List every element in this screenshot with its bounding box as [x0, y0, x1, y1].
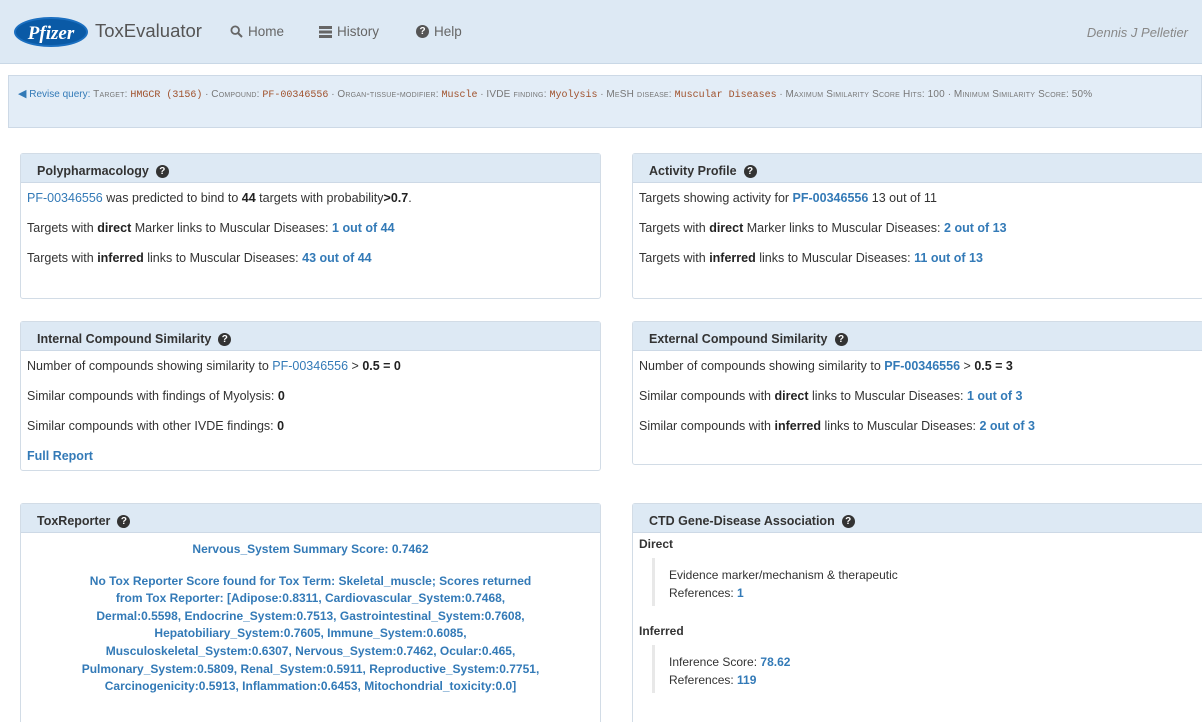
compound-link[interactable]: PF-00346556 — [27, 191, 103, 205]
ctd-direct-evidence: Evidence marker/mechanism & therapeutic — [669, 568, 898, 582]
direct-compounds-link[interactable]: 1 out of 3 — [967, 389, 1023, 403]
search-icon — [230, 25, 243, 38]
nav-history-label: History — [337, 24, 380, 39]
panel-title: External Compound Similarity — [649, 332, 828, 346]
panel-heading: Internal Compound Similarity ? — [21, 322, 600, 351]
panel-heading: External Compound Similarity ? — [633, 322, 1202, 351]
list-icon — [319, 25, 332, 38]
nav-help-label: Help — [434, 24, 462, 39]
panel-title: Polypharmacology — [37, 164, 149, 178]
toxreporter-line: Hepatobiliary_System:0.7605, Immune_Syst… — [154, 626, 467, 641]
ctd-direct-heading: Direct — [639, 537, 674, 551]
query-mesh: Muscular Diseases — [674, 90, 777, 101]
arrow-left-icon: ◀ — [18, 88, 27, 100]
toxreporter-line: from Tox Reporter: [Adipose:0.8311, Card… — [115, 591, 506, 606]
full-report-link[interactable]: Full Report — [27, 449, 93, 463]
inferred-compounds-link[interactable]: 2 out of 3 — [979, 419, 1035, 433]
activity-direct-line: Targets with direct Marker links to Musc… — [639, 221, 1007, 235]
toxreporter-panel: ToxReporter ? Nervous_System Summary Sco… — [20, 503, 601, 722]
internal-count-line: Number of compounds showing similarity t… — [27, 359, 401, 373]
query-ivde: Myolysis — [549, 90, 598, 101]
compound-link[interactable]: PF-00346556 — [793, 191, 869, 205]
toxreporter-details: No Tox Reporter Score found for Tox Term… — [27, 573, 594, 696]
activity-inferred-line: Targets with inferred links to Muscular … — [639, 251, 983, 265]
query-organ: Muscle — [441, 90, 478, 101]
query-min-score: 50% — [1071, 89, 1093, 100]
help-icon[interactable]: ? — [218, 332, 232, 346]
panel-heading: CTD Gene-Disease Association ? — [633, 504, 1202, 533]
nav-history[interactable]: History — [319, 24, 379, 39]
inferred-targets-link[interactable]: 11 out of 13 — [914, 251, 983, 265]
help-icon[interactable]: ? — [155, 164, 169, 178]
inferred-targets-link[interactable]: 43 out of 44 — [302, 251, 371, 265]
revise-query-link[interactable]: ◀ Revise query: — [18, 88, 93, 100]
top-navbar: Pfizer ToxEvaluator Home History ? Help … — [0, 0, 1202, 64]
poly-direct-line: Targets with direct Marker links to Musc… — [27, 221, 395, 235]
internal-other-line: Similar compounds with other IVDE findin… — [27, 419, 285, 433]
panel-title: Internal Compound Similarity — [37, 332, 212, 346]
compound-link[interactable]: PF-00346556 — [272, 359, 348, 373]
help-icon[interactable]: ? — [834, 332, 848, 346]
direct-targets-link[interactable]: 2 out of 13 — [944, 221, 1007, 235]
poly-prediction-line: PF-00346556 was predicted to bind to 44 … — [27, 191, 412, 205]
external-similarity-panel: External Compound Similarity ? Number of… — [632, 321, 1202, 465]
panel-title: CTD Gene-Disease Association — [649, 514, 835, 528]
toxreporter-line: Carcinogenicity:0.5913, Inflammation:0.6… — [104, 679, 517, 694]
ctd-inference-score[interactable]: 78.62 — [760, 655, 790, 669]
nav-home[interactable]: Home — [230, 24, 284, 39]
toxreporter-line: Pulmonary_System:0.5809, Renal_System:0.… — [81, 661, 540, 676]
panel-heading: Polypharmacology ? — [21, 154, 600, 183]
toxreporter-summary-score: Nervous_System Summary Score: 0.7462 — [192, 542, 429, 556]
ctd-direct-references-link[interactable]: 1 — [737, 586, 744, 600]
help-icon[interactable]: ? — [841, 514, 855, 528]
external-inferred-line: Similar compounds with inferred links to… — [639, 419, 1036, 433]
toxreporter-line: Musculoskeletal_System:0.6307, Nervous_S… — [105, 643, 516, 658]
query-compound: PF-00346556 — [262, 90, 329, 101]
query-max-hits: 100 — [927, 89, 945, 100]
user-name[interactable]: Dennis J Pelletier — [1087, 25, 1188, 40]
nav-help[interactable]: ? Help — [416, 24, 462, 39]
internal-myolysis-line: Similar compounds with findings of Myoly… — [27, 389, 285, 403]
pfizer-logo[interactable]: Pfizer — [14, 17, 88, 47]
panel-heading: Activity Profile ? — [633, 154, 1202, 183]
polypharmacology-panel: Polypharmacology ? PF-00346556 was predi… — [20, 153, 601, 299]
poly-inferred-line: Targets with inferred links to Muscular … — [27, 251, 372, 265]
activity-profile-panel: Activity Profile ? Targets showing activ… — [632, 153, 1202, 299]
compound-link[interactable]: PF-00346556 — [884, 359, 960, 373]
panel-title: Activity Profile — [649, 164, 737, 178]
internal-similarity-panel: Internal Compound Similarity ? Number of… — [20, 321, 601, 471]
help-icon[interactable]: ? — [117, 514, 131, 528]
external-direct-line: Similar compounds with direct links to M… — [639, 389, 1023, 403]
ctd-inferred-heading: Inferred — [639, 624, 684, 638]
toxreporter-line: Dermal:0.5598, Endocrine_System:0.7513, … — [96, 608, 525, 623]
panel-heading: ToxReporter ? — [21, 504, 600, 533]
help-icon[interactable]: ? — [743, 164, 757, 178]
query-summary: ◀ Revise query: Target: HMGCR (3156) · C… — [8, 75, 1202, 128]
toxreporter-line: No Tox Reporter Score found for Tox Term… — [89, 573, 532, 588]
direct-targets-link[interactable]: 1 out of 44 — [332, 221, 395, 235]
activity-count-line: Targets showing activity for PF-00346556… — [639, 191, 937, 205]
question-circle-icon: ? — [416, 25, 429, 38]
panel-title: ToxReporter — [37, 514, 111, 528]
query-target: HMGCR (3156) — [130, 90, 203, 101]
external-count-line: Number of compounds showing similarity t… — [639, 359, 1013, 373]
ctd-inferred-references-link[interactable]: 119 — [737, 673, 756, 687]
ctd-association-panel: CTD Gene-Disease Association ? Direct Ev… — [632, 503, 1202, 722]
ctd-direct-block: Evidence marker/mechanism & therapeutic … — [652, 558, 1202, 606]
nav-home-label: Home — [248, 24, 285, 39]
ctd-inferred-block: Inference Score: 78.62 References: 119 — [652, 645, 1202, 693]
app-name[interactable]: ToxEvaluator — [95, 20, 202, 42]
